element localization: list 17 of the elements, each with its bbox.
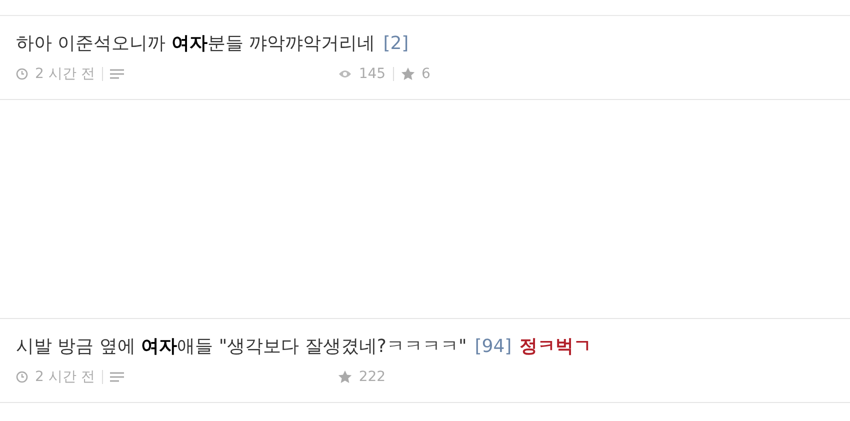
- list-icon: [110, 69, 124, 79]
- like-count: 222: [358, 369, 386, 385]
- post-time: 2 시간 전: [35, 368, 95, 386]
- star-icon: [338, 370, 352, 384]
- comment-count[interactable]: [94]: [474, 336, 512, 357]
- post-time: 2 시간 전: [35, 65, 95, 83]
- star-icon: [400, 67, 415, 81]
- clock-icon: [16, 68, 28, 80]
- post-title[interactable]: 하아 이준석오니까 여자분들 꺄악꺄악거리네: [16, 31, 376, 55]
- list-icon: [110, 372, 124, 382]
- view-count: 145: [358, 66, 386, 82]
- comment-count[interactable]: [2]: [383, 33, 409, 54]
- reaction-text: 정ㅋ벅ㄱ: [520, 335, 592, 358]
- post-title[interactable]: 시발 방금 옆에 여자애들 "생각보다 잘생겼네?ㅋㅋㅋㅋ": [16, 334, 467, 358]
- eye-icon: [338, 69, 352, 79]
- like-count: 6: [422, 66, 430, 82]
- clock-icon: [16, 371, 28, 383]
